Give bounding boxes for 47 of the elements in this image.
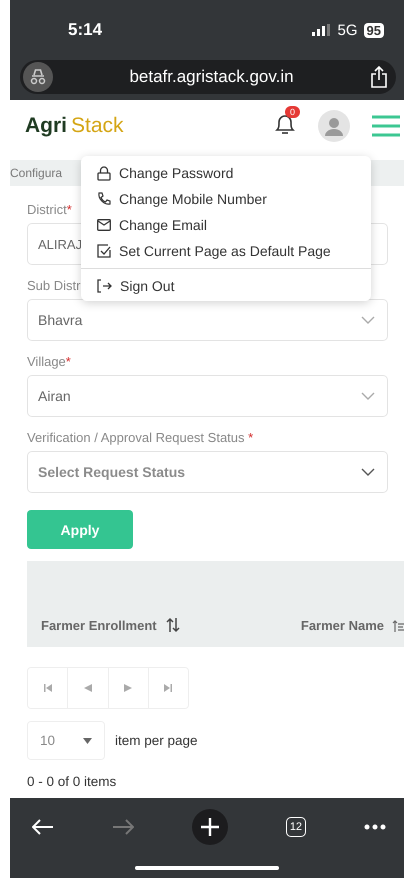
field-label: District (27, 202, 67, 217)
menu-item[interactable]: Sign Out (81, 273, 371, 299)
menu-item[interactable]: Change Email (81, 212, 371, 238)
network-label: 5G (338, 22, 358, 38)
select-field[interactable]: Airan (27, 375, 388, 417)
breadcrumb-text: Configura (10, 166, 62, 180)
avatar-icon[interactable] (318, 110, 350, 142)
new-tab-button[interactable] (192, 809, 228, 845)
pagination-summary: 0 - 0 of 0 items (27, 774, 118, 789)
checkbox-icon (97, 244, 111, 258)
page-size-select[interactable]: 10 (27, 721, 105, 760)
sort-icon[interactable] (392, 618, 404, 632)
notification-badge: 0 (285, 106, 300, 118)
menu-item[interactable]: Change Mobile Number (81, 186, 371, 212)
sign-out-icon (97, 279, 112, 293)
menu-item[interactable]: Change Password (81, 160, 371, 186)
field-label: Verification / Approval Request Status (27, 430, 246, 445)
forward-icon (112, 819, 134, 835)
mail-icon (97, 219, 111, 231)
share-icon[interactable] (370, 66, 388, 88)
next-page-icon (124, 684, 132, 692)
previous-page-icon (84, 684, 92, 692)
required-mark: * (66, 354, 71, 369)
signal-icon (312, 24, 332, 36)
logo-text: Agri (25, 114, 67, 138)
menu-item[interactable]: Set Current Page as Default Page (81, 238, 371, 264)
more-icon[interactable] (364, 824, 386, 830)
incognito-icon[interactable] (23, 62, 53, 92)
first-page-icon (44, 684, 52, 692)
column-header[interactable]: Farmer Name (300, 618, 384, 633)
field-label: Village (27, 354, 66, 369)
required-mark: * (66, 202, 72, 217)
page-size-label: item per page (115, 733, 198, 748)
tab-count-button[interactable]: 12 (286, 817, 306, 837)
lock-icon (97, 166, 111, 180)
back-icon[interactable] (32, 819, 54, 835)
status-time: 5:14 (68, 20, 102, 40)
logo-text: Stack (71, 114, 124, 138)
battery-level: 95 (364, 22, 384, 38)
sort-icon[interactable] (164, 617, 181, 633)
address-bar[interactable]: betafr.agristack.gov.in (20, 60, 396, 94)
required-mark: * (248, 430, 254, 445)
column-header[interactable]: Farmer Enrollment (41, 618, 157, 632)
last-page-icon (164, 684, 172, 692)
phone-icon (97, 192, 111, 206)
field-label: Sub Distr (27, 278, 80, 293)
dropdown-arrow-icon (83, 738, 92, 744)
